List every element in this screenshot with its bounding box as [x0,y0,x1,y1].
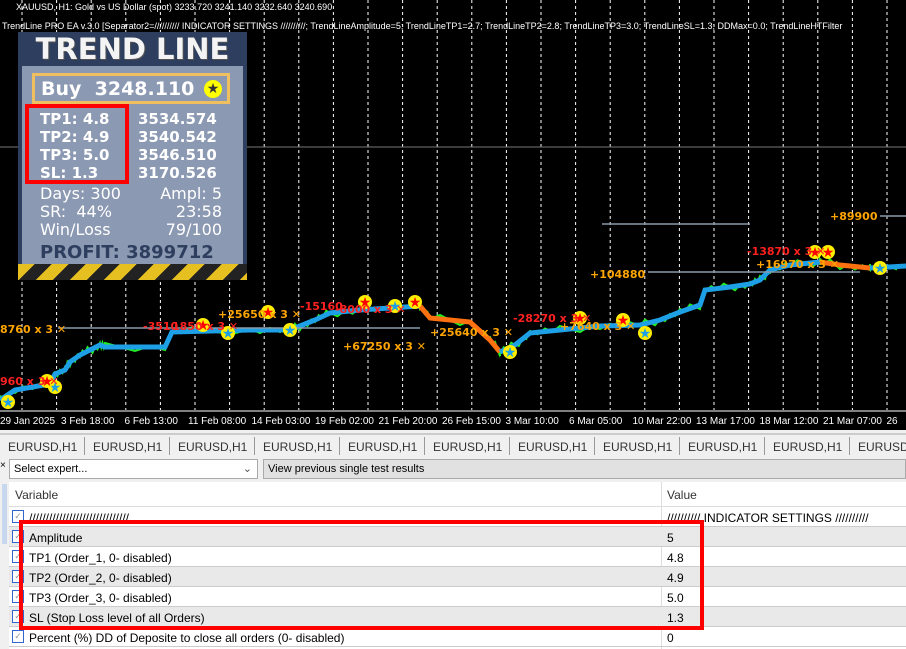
trade-result-label: +25650 x 3 ✕ [218,308,301,321]
highlight-box-table [19,520,704,630]
checkbox[interactable]: ✓ [12,630,24,643]
table-row[interactable]: ✓ Percent (%) DD of Deposite to close all… [9,627,906,647]
x-axis-tick: 21 Feb 20:00 [379,416,438,427]
chart-tab[interactable]: EURUSD,H1 [340,437,425,455]
x-axis-tick: 13 Mar 17:00 [696,416,755,427]
variable-value[interactable]: 0 [667,631,674,645]
star-icon: ★ [504,344,517,360]
ea-parameters-header: TrendLine PRO EA v.3.0 [Separator2=/////… [2,21,843,31]
profit-total: PROFIT: 3899712 [40,242,214,263]
expert-select[interactable]: Select expert... ⌄ [9,459,258,479]
trade-result-label: -8000 x 3 ✕ [335,303,406,316]
trade-result-label: +16970 x 3 ✕ [756,258,839,271]
panel-title: TREND LINE [35,32,230,66]
view-previous-results-button[interactable]: View previous single test results [263,459,906,479]
star-icon: ★ [284,322,297,338]
header-value: Value [667,488,697,502]
trade-result-label: 8760 x 3 ✕ [0,323,66,336]
header-variable: Variable [15,488,59,502]
success-rate-stat: SR: 44% [40,202,112,221]
x-axis-tick: 11 Feb 08:00 [188,416,247,427]
star-icon: ★ [639,325,652,341]
highlight-box-panel [25,104,129,184]
x-axis-tick: 3 Feb 18:00 [61,416,115,427]
expert-select-value: Select expert... [14,463,88,475]
chart-symbol-header: XAUUSD, H1: Gold vs US Dollar (spot) 323… [16,2,333,12]
trend-line-up [498,259,821,355]
chart-tab[interactable]: EURUSD,H1 [765,437,850,455]
x-axis-tick: 14 Feb 03:00 [252,416,311,427]
chevron-down-icon: ⌄ [242,463,252,475]
close-icon[interactable]: × [0,460,6,471]
price-chart[interactable]: ★ ★ ★ ★ ★ ★ ★ ★ ★ ★ ★ ★ ★ ★ ★ ★ ★ 8760 x 3 ✕ 960 x 3 ✕ -351… [0,0,906,430]
star-icon: ★ [2,394,15,410]
x-axis-tick: 6 Feb 13:00 [125,416,179,427]
winloss-label: Win/Loss [40,220,111,239]
x-axis-tick: 26 Feb 15:00 [442,416,501,427]
trade-result-label: -13870 x 3 ✕ [747,245,825,258]
chart-tab[interactable]: EURUSD,H1 [425,437,510,455]
trade-result-label: 1850 x 3 ✕ [172,320,238,333]
star-icon: ★ [874,260,887,276]
trade-result-label: +7640 x 3 ✕ [560,320,635,333]
sl-value: 3170.526 [138,164,217,182]
left-strip: × [0,460,9,649]
trade-result-label: 960 x 3 ✕ [0,375,58,388]
x-axis-tick: 6 Mar 05:00 [569,416,623,427]
variable-name: Percent (%) DD of Deposite to close all … [29,631,345,645]
x-axis-tick: 21 Mar 07:00 [823,416,882,427]
x-axis-tick: 18 Mar 12:00 [760,416,819,427]
star-icon: ★ [409,294,422,310]
tp1-value: 3534.574 [138,110,217,128]
x-axis-tick: 29 Jan 2025 [0,416,55,427]
star-icon: ★ [204,80,222,98]
hazard-stripe [18,264,247,280]
x-axis-tick: 3 Mar 10:00 [506,416,560,427]
tp3-value: 3546.510 [138,146,217,164]
chart-tab[interactable]: EURUSD,H1 [510,437,595,455]
days-stat: Days: 300 [40,184,121,203]
chart-tab[interactable]: EURUSD,H1 [170,437,255,455]
chart-tab[interactable]: EURUSD,H1 [595,437,680,455]
chart-tab[interactable]: EURUSD,H1 [255,437,340,455]
x-axis-tick: 10 Mar 22:00 [633,416,692,427]
table-header: Variable Value [9,482,906,507]
chart-tab[interactable]: EURUSD,H1 [85,437,170,455]
time-stat: 23:58 [175,202,222,221]
tp2-value: 3540.542 [138,128,217,146]
tester-toolbar: Select expert... ⌄ View previous single t… [0,457,906,482]
signal-price: 3248.110 [94,78,195,100]
trade-result-label: +67250 x 3 ✕ [343,340,426,353]
x-axis-tick: 19 Feb 02:00 [315,416,374,427]
amplitude-stat: Ampl: 5 [160,184,222,203]
chart-tabs: EURUSD,H1 EURUSD,H1 EURUSD,H1 EURUSD,H1 EURU… [0,433,906,455]
x-axis-tick: 26 [887,416,899,427]
winloss-value: 79/100 [165,220,222,239]
signal-box: Buy 3248.110 ★ [32,73,230,104]
trade-result-label: +104880 [590,268,645,281]
trade-result-label: +25640 x 3 ✕ [430,326,513,339]
signal-type: Buy [41,78,82,100]
chart-tab[interactable]: EURUSD,H1 [680,437,765,455]
trade-result-label: +89900 [830,210,878,223]
chart-tab[interactable]: EURUSD,H1 [850,437,906,455]
chart-tab[interactable]: EURUSD,H1 [0,437,85,455]
